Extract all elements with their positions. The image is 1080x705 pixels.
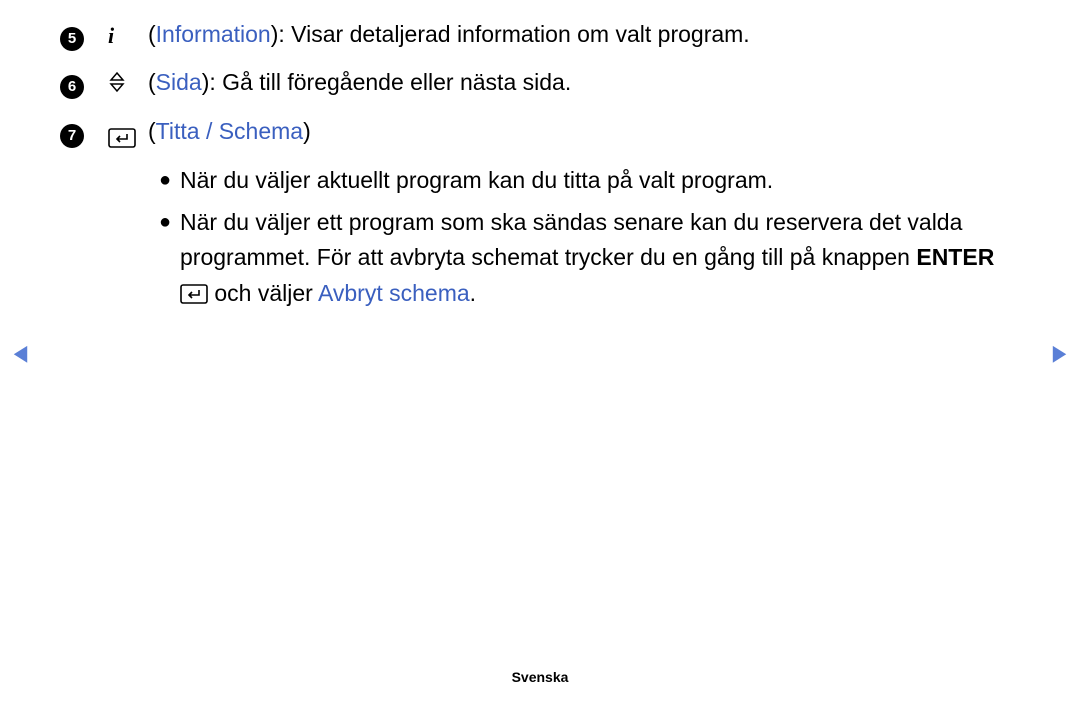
prev-page-arrow[interactable]: ◀: [14, 340, 28, 366]
bullet-icon: ●: [150, 163, 180, 196]
list-item: 6 (Sida): Gå till föregående eller nästa…: [60, 66, 1020, 100]
bullet-item: ● När du väljer ett program som ska sänd…: [150, 205, 1020, 312]
desc-sida: : Gå till föregående eller nästa sida.: [209, 69, 571, 95]
circled-number-5: 5: [60, 27, 84, 51]
icon-column: [108, 115, 148, 149]
bullet2-part1: När du väljer ett program som ska sändas…: [180, 209, 962, 271]
label-titta-schema: Titta / Schema: [156, 118, 303, 144]
bullet2-part2: och väljer: [208, 280, 318, 306]
cancel-schedule-label: Avbryt schema: [318, 280, 470, 306]
updown-icon: [108, 71, 126, 91]
list-item: 7 (Titta / Schema): [60, 115, 1020, 149]
number-column: 6: [60, 66, 108, 100]
item-text: (Information): Visar detaljerad informat…: [148, 18, 1020, 51]
bullet-item: ● När du väljer aktuellt program kan du …: [150, 163, 1020, 199]
number-column: 5: [60, 18, 108, 52]
item-text: (Sida): Gå till föregående eller nästa s…: [148, 66, 1020, 99]
footer-language: Svenska: [0, 669, 1080, 685]
bullet-text: När du väljer aktuellt program kan du ti…: [180, 163, 1020, 199]
next-page-arrow[interactable]: ▶: [1053, 340, 1067, 366]
list-item: 5 i (Information): Visar detaljerad info…: [60, 18, 1020, 52]
bullet-icon: ●: [150, 205, 180, 238]
bullet-list: ● När du väljer aktuellt program kan du …: [150, 163, 1020, 312]
desc-information: : Visar detaljerad information om valt p…: [278, 21, 749, 47]
bullet2-part3: .: [470, 280, 476, 306]
item-text: (Titta / Schema): [148, 115, 1020, 148]
label-information: Information: [156, 21, 271, 47]
icon-column: [108, 66, 148, 100]
circled-number-6: 6: [60, 75, 84, 99]
content-area: 5 i (Information): Visar detaljerad info…: [0, 0, 1080, 312]
info-icon: i: [108, 20, 114, 52]
bullet-text: När du väljer ett program som ska sändas…: [180, 205, 1020, 312]
icon-column: i: [108, 18, 148, 52]
enter-icon: [180, 279, 208, 299]
circled-number-7: 7: [60, 124, 84, 148]
enter-label: ENTER: [916, 244, 994, 270]
label-sida: Sida: [156, 69, 202, 95]
enter-icon: [108, 124, 136, 144]
number-column: 7: [60, 115, 108, 149]
